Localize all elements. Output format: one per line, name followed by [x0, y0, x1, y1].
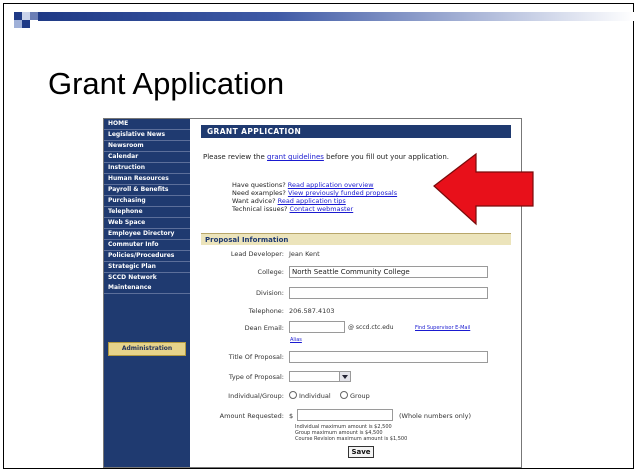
slide-top-bar	[38, 12, 634, 21]
intro-after: before you fill out your application.	[323, 153, 449, 161]
amount-note: (Whole numbers only)	[399, 412, 472, 420]
slide-decoration	[30, 12, 38, 20]
help-line-questions: Have questions? Read application overvie…	[232, 181, 374, 189]
title-of-proposal-label: Title Of Proposal:	[228, 353, 284, 361]
intro-text: Please review the grant guidelines befor…	[203, 153, 449, 161]
sidebar-item-strategic-plan[interactable]: Strategic Plan	[104, 262, 190, 273]
division-label: Division:	[256, 289, 284, 297]
type-of-proposal-select[interactable]	[289, 371, 351, 382]
red-arrow-annotation	[433, 152, 534, 226]
help-line-examples: Need examples? View previously funded pr…	[232, 189, 397, 197]
sidebar-item-instruction[interactable]: Instruction	[104, 163, 190, 174]
arrow-shape	[433, 152, 534, 226]
type-of-proposal-label: Type of Proposal:	[228, 373, 284, 381]
radio-individual[interactable]	[289, 391, 297, 399]
section-title: Proposal Information	[201, 233, 511, 245]
contact-webmaster-link[interactable]: Contact webmaster	[290, 205, 354, 213]
application-overview-link[interactable]: Read application overview	[288, 181, 374, 189]
radio-group[interactable]	[340, 391, 348, 399]
sidebar-item-purchasing[interactable]: Purchasing	[104, 196, 190, 207]
telephone-value: 206.587.4103	[289, 307, 335, 315]
amount-field[interactable]	[297, 409, 393, 421]
sidebar-item-web-space[interactable]: Web Space	[104, 218, 190, 229]
slide-decoration	[22, 20, 30, 28]
slide-decoration	[22, 12, 30, 20]
radio-individual-label: Individual	[299, 392, 331, 400]
sidebar-item-telephone[interactable]: Telephone	[104, 207, 190, 218]
individual-group-label: Individual/Group:	[228, 392, 284, 400]
lead-developer-label: Lead Developer:	[230, 250, 284, 258]
dean-email-label: Dean Email:	[244, 324, 284, 332]
help-prefix: Want advice?	[232, 197, 278, 205]
slide-title: Grant Application	[48, 66, 285, 101]
help-prefix: Technical issues?	[232, 205, 290, 213]
administration-button[interactable]: Administration	[108, 342, 186, 356]
sidebar-item-employee-directory[interactable]: Employee Directory	[104, 229, 190, 240]
intro-before: Please review the	[203, 153, 268, 161]
funded-proposals-link[interactable]: View previously funded proposals	[288, 189, 397, 197]
telephone-label: Telephone:	[248, 307, 284, 315]
save-button[interactable]: Save	[348, 446, 374, 458]
find-supervisor-email-link[interactable]: Find Supervisor E-Mail	[415, 325, 470, 331]
sidebar-item-legislative-news[interactable]: Legislative News	[104, 130, 190, 141]
chevron-down-icon[interactable]	[339, 372, 350, 381]
sidebar-item-newsroom[interactable]: Newsroom	[104, 141, 190, 152]
form-header: GRANT APPLICATION	[201, 125, 511, 138]
dean-email-field[interactable]	[289, 321, 345, 333]
dean-email-domain: @ sccd.ctc.edu	[348, 324, 394, 331]
help-line-technical: Technical issues? Contact webmaster	[232, 205, 353, 213]
title-of-proposal-field[interactable]	[289, 351, 488, 363]
college-label: College:	[257, 268, 284, 276]
grant-guidelines-link[interactable]: grant guidelines	[267, 153, 324, 161]
lead-developer-value: Jean Kent	[289, 250, 320, 258]
sidebar-item-network-maintenance[interactable]: SCCD Network Maintenance	[104, 273, 190, 294]
help-prefix: Have questions?	[232, 181, 288, 189]
sidebar-nav: HOME Legislative News Newsroom Calendar …	[104, 119, 190, 467]
max-course-note: Course Revision maximum amount is $1,500	[295, 436, 408, 442]
sidebar-item-human-resources[interactable]: Human Resources	[104, 174, 190, 185]
application-tips-link[interactable]: Read application tips	[278, 197, 346, 205]
sidebar-item-policies-procedures[interactable]: Policies/Procedures	[104, 251, 190, 262]
alias-link[interactable]: Alias	[290, 337, 302, 343]
slide-decoration	[14, 20, 22, 28]
help-line-advice: Want advice? Read application tips	[232, 197, 346, 205]
radio-group-label: Group	[350, 392, 370, 400]
sidebar-item-payroll-benefits[interactable]: Payroll & Benefits	[104, 185, 190, 196]
division-field[interactable]	[289, 287, 488, 299]
amount-requested-label: Amount Requested:	[219, 412, 284, 420]
sidebar-item-home[interactable]: HOME	[104, 119, 190, 130]
help-prefix: Need examples?	[232, 189, 288, 197]
currency-symbol: $	[289, 412, 294, 420]
sidebar-item-calendar[interactable]: Calendar	[104, 152, 190, 163]
college-field[interactable]: North Seattle Community College	[289, 266, 488, 278]
slide-decoration	[14, 12, 22, 20]
sidebar-item-commuter-info[interactable]: Commuter Info	[104, 240, 190, 251]
